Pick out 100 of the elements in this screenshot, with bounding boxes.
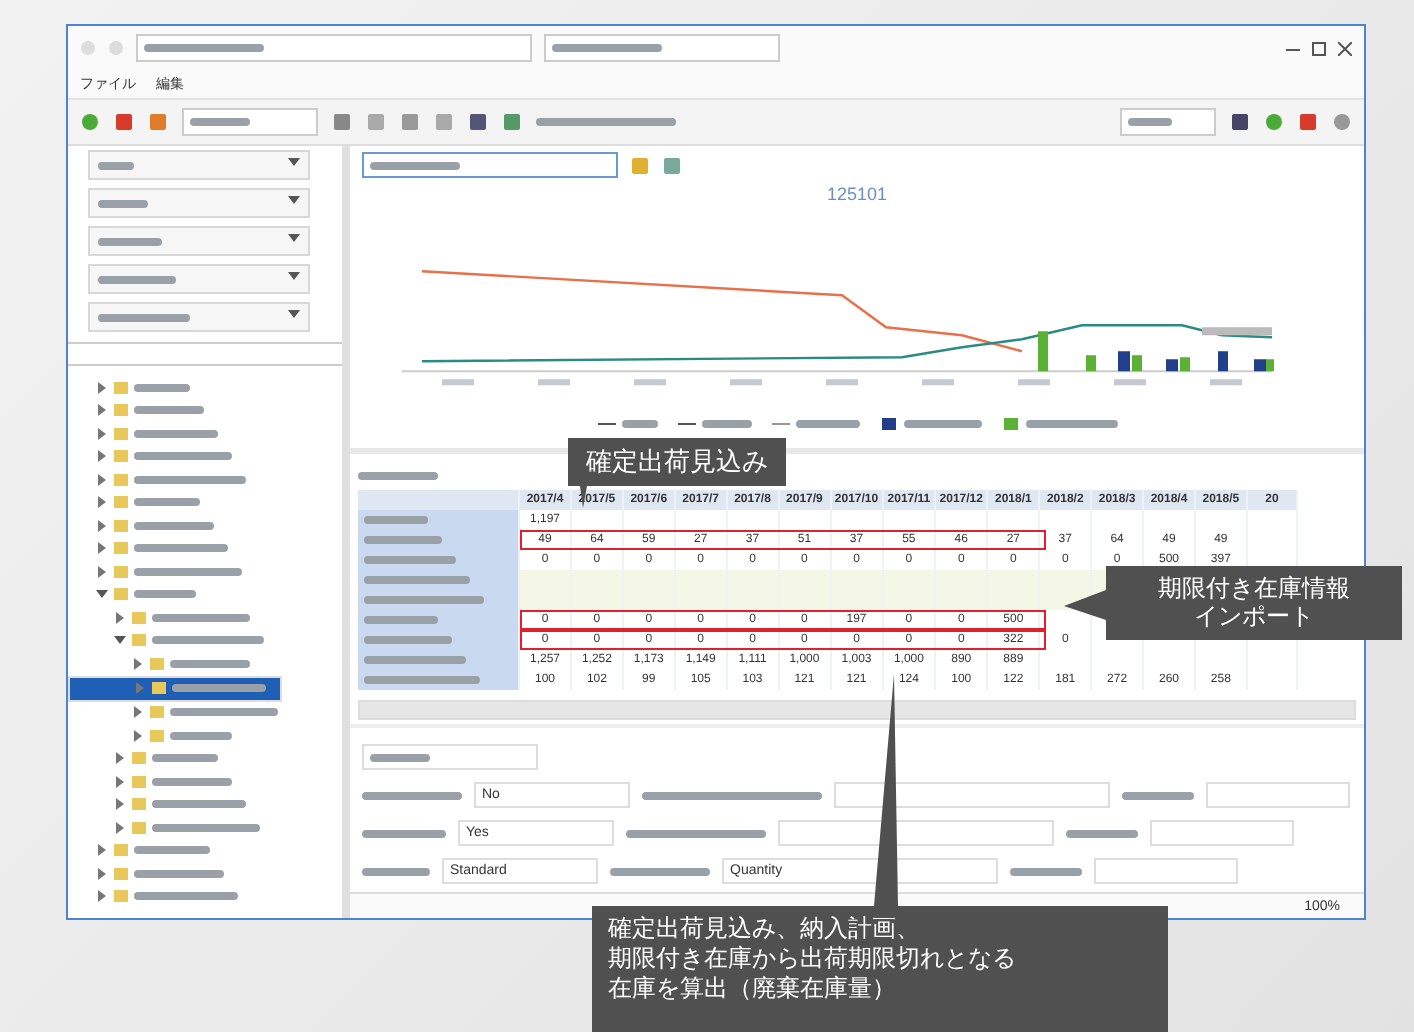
select-field[interactable] bbox=[834, 782, 1110, 809]
tree-item[interactable] bbox=[68, 675, 282, 701]
illegible-label bbox=[134, 590, 196, 599]
filter-dropdown[interactable] bbox=[88, 188, 310, 218]
illegible-label bbox=[134, 429, 218, 438]
illegible-label bbox=[364, 515, 428, 523]
expand-icon[interactable] bbox=[96, 565, 108, 578]
illegible-label bbox=[370, 161, 460, 169]
expand-icon[interactable] bbox=[132, 706, 144, 719]
chart-dropdown[interactable] bbox=[362, 152, 618, 178]
illegible-axis-label bbox=[730, 379, 762, 386]
expand-icon[interactable] bbox=[96, 381, 108, 394]
illegible-label bbox=[364, 595, 484, 603]
illegible-label bbox=[98, 237, 162, 245]
illegible-label bbox=[626, 829, 766, 838]
collapse-icon[interactable] bbox=[96, 588, 108, 601]
input-field[interactable] bbox=[1094, 858, 1238, 885]
illegible-label bbox=[98, 313, 190, 321]
illegible-label bbox=[172, 684, 266, 692]
illegible-label bbox=[134, 406, 204, 415]
illegible-label bbox=[362, 867, 430, 876]
illegible-label bbox=[152, 800, 246, 809]
maximize-icon[interactable] bbox=[1312, 41, 1326, 55]
illegible-label bbox=[134, 521, 214, 530]
expand-icon[interactable] bbox=[96, 450, 108, 463]
callout-text: 確定出荷見込み、納入計画、 bbox=[608, 914, 922, 944]
search-field[interactable] bbox=[68, 342, 342, 366]
expand-icon[interactable] bbox=[96, 542, 108, 555]
chart-title: 125101 bbox=[824, 184, 890, 206]
illegible-label bbox=[795, 420, 859, 429]
expand-icon[interactable] bbox=[132, 729, 144, 742]
illegible-label bbox=[190, 118, 250, 126]
illegible-axis-label bbox=[826, 379, 858, 386]
filter-dropdown[interactable] bbox=[88, 150, 310, 180]
illegible-label bbox=[364, 555, 456, 563]
illegible-label bbox=[1066, 829, 1138, 838]
expand-icon[interactable] bbox=[114, 611, 126, 624]
illegible-label bbox=[621, 420, 657, 429]
illegible-axis-label bbox=[442, 379, 474, 386]
expand-icon[interactable] bbox=[96, 867, 108, 880]
illegible-label bbox=[134, 892, 238, 901]
illegible-axis-label bbox=[634, 379, 666, 386]
illegible-label bbox=[144, 44, 264, 52]
expand-icon[interactable] bbox=[114, 752, 126, 765]
expand-icon[interactable] bbox=[96, 890, 108, 903]
bar bbox=[1086, 355, 1096, 372]
expand-icon[interactable] bbox=[114, 775, 126, 788]
illegible-label bbox=[364, 535, 442, 543]
illegible-axis-label bbox=[1210, 379, 1242, 386]
illegible-label bbox=[1025, 420, 1117, 429]
bar-legend-icon bbox=[1001, 418, 1019, 431]
illegible-label bbox=[362, 829, 446, 838]
illegible-axis-label bbox=[1114, 379, 1146, 386]
expand-icon[interactable] bbox=[96, 519, 108, 532]
address-bar[interactable] bbox=[136, 34, 532, 62]
collapse-icon[interactable] bbox=[114, 634, 126, 647]
input-field[interactable] bbox=[1150, 820, 1294, 847]
illegible-label bbox=[536, 118, 676, 126]
illegible-label bbox=[903, 420, 981, 429]
input-field[interactable] bbox=[1206, 782, 1350, 809]
bar-legend-icon bbox=[879, 418, 897, 431]
illegible-label bbox=[134, 846, 210, 855]
callout-text: 確定出荷見込み bbox=[586, 446, 768, 479]
callout-text: 期限付き在庫から出荷期限切れとなる bbox=[608, 944, 1018, 974]
expand-icon[interactable] bbox=[96, 844, 108, 857]
illegible-label bbox=[152, 823, 260, 832]
expand-icon[interactable] bbox=[96, 427, 108, 440]
illegible-label bbox=[1128, 118, 1172, 126]
expand-icon[interactable] bbox=[114, 798, 126, 811]
line-legend-icon bbox=[677, 418, 695, 431]
expand-icon[interactable] bbox=[96, 404, 108, 417]
form-dropdown[interactable] bbox=[362, 744, 538, 771]
expand-icon[interactable] bbox=[114, 821, 126, 834]
toolbar-dropdown[interactable] bbox=[1120, 108, 1216, 136]
select-field[interactable] bbox=[778, 820, 1054, 847]
illegible-label bbox=[370, 753, 430, 762]
browser-tab[interactable] bbox=[544, 34, 780, 62]
illegible-label bbox=[152, 754, 218, 763]
illegible-label bbox=[170, 708, 278, 717]
filter-dropdown[interactable] bbox=[88, 226, 310, 256]
illegible-label bbox=[364, 655, 466, 663]
expand-icon[interactable] bbox=[96, 473, 108, 486]
illegible-label bbox=[152, 613, 250, 622]
bar bbox=[1218, 351, 1228, 372]
illegible-axis-label bbox=[1018, 379, 1050, 386]
toolbar-dropdown[interactable] bbox=[182, 108, 318, 136]
line-legend-icon bbox=[771, 418, 789, 431]
close-icon[interactable] bbox=[1338, 41, 1352, 55]
filter-dropdown[interactable] bbox=[88, 264, 310, 294]
illegible-label bbox=[552, 44, 662, 52]
callout-text: 在庫を算出（廃棄在庫量） bbox=[608, 974, 898, 1004]
horizontal-scrollbar[interactable] bbox=[358, 700, 1356, 721]
illegible-label bbox=[98, 161, 134, 169]
illegible-label bbox=[152, 636, 264, 645]
expand-icon[interactable] bbox=[132, 657, 144, 670]
illegible-label bbox=[134, 452, 232, 461]
illegible-label bbox=[152, 777, 232, 786]
filter-dropdown[interactable] bbox=[88, 302, 310, 332]
expand-icon[interactable] bbox=[96, 496, 108, 509]
illegible-label bbox=[134, 869, 224, 878]
